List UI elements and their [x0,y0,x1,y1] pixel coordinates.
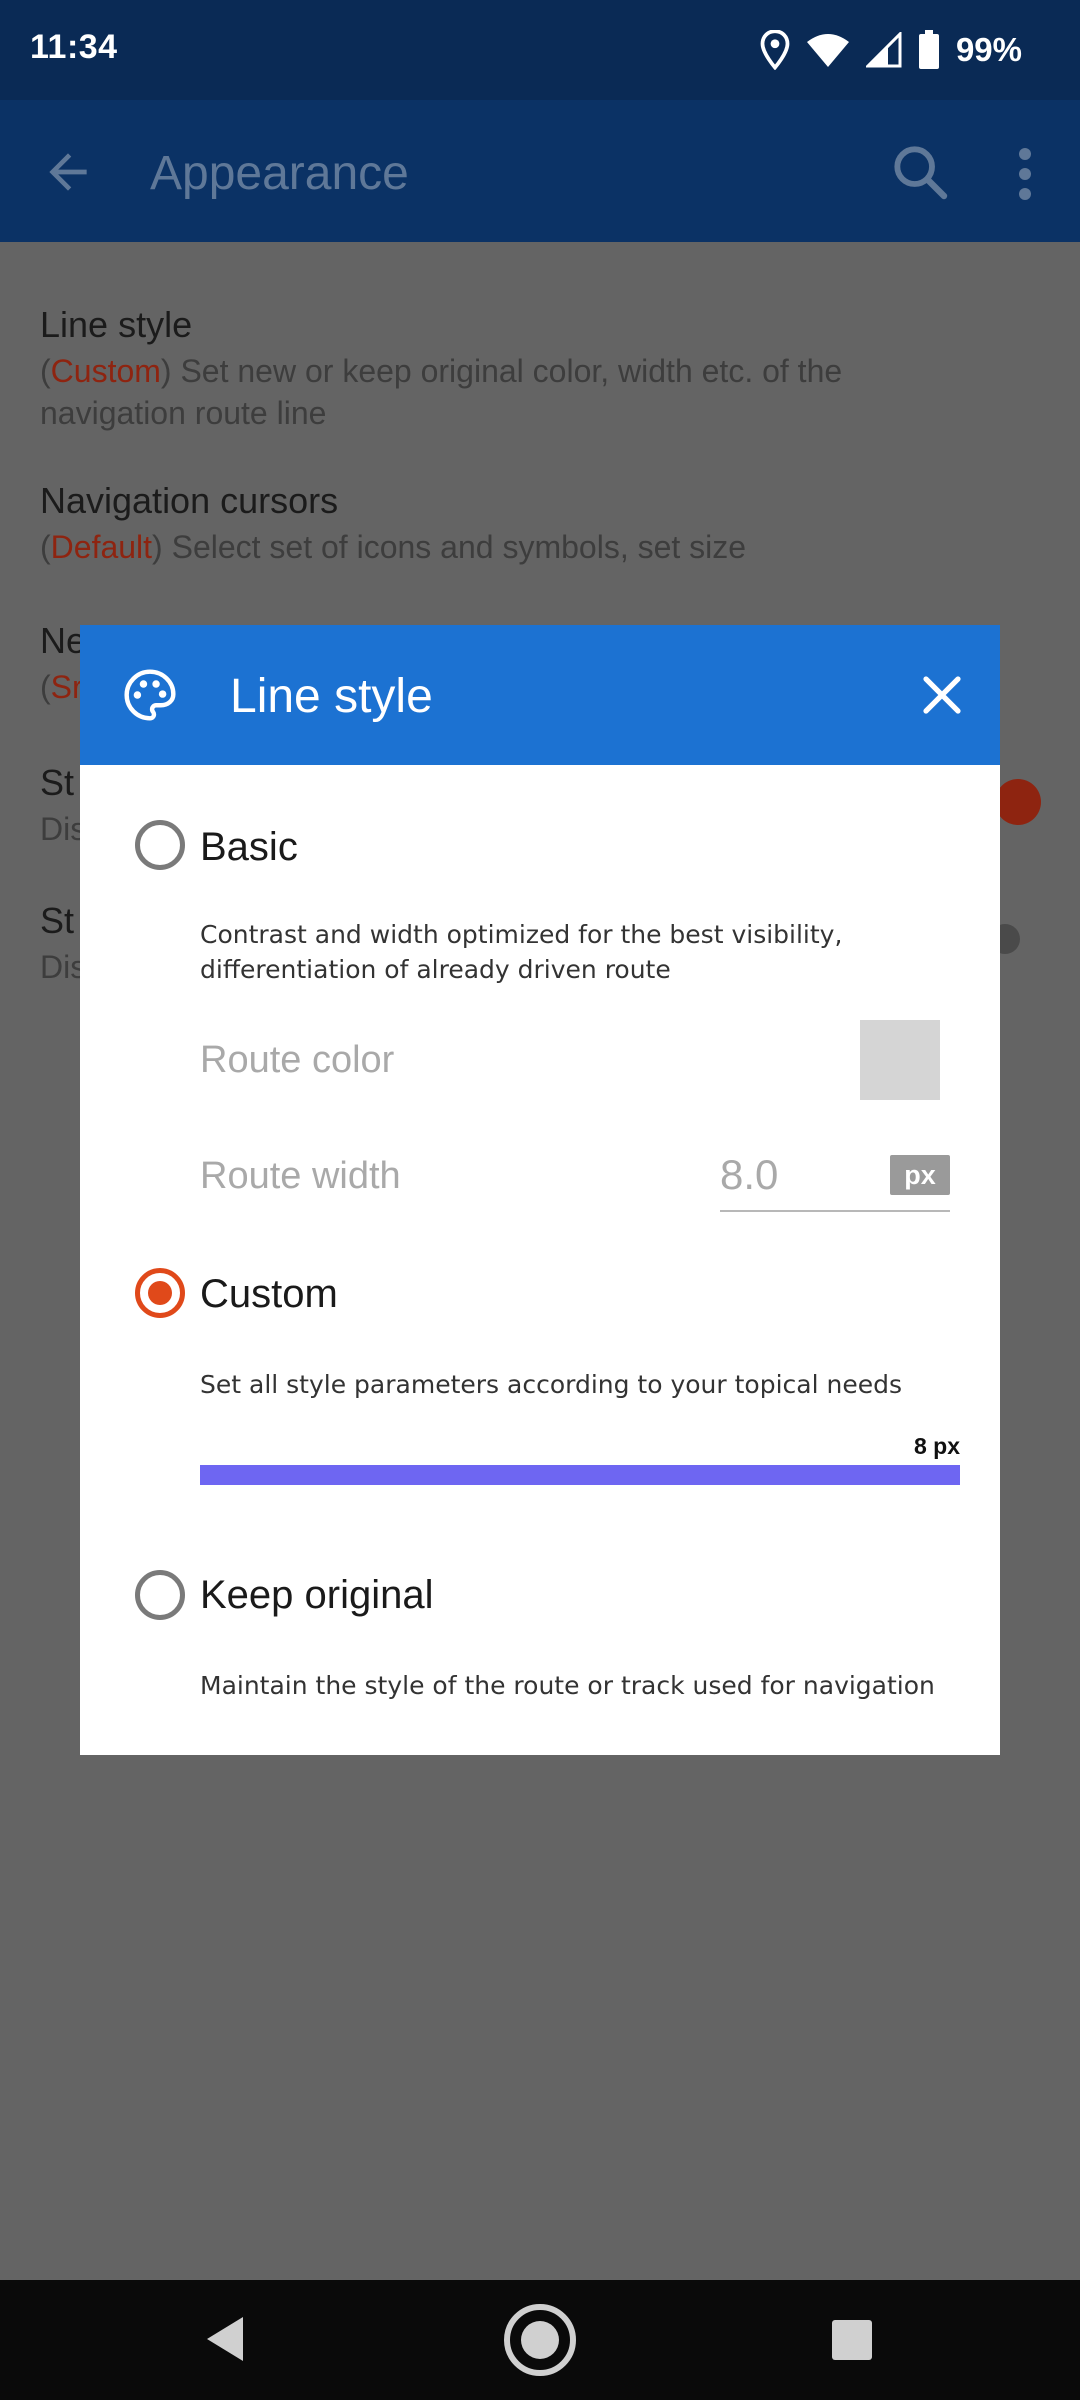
pref-navigation-cursors[interactable]: Navigation cursors (Default) Select set … [40,480,746,568]
system-navigation-bar [0,2280,1080,2400]
option-description-basic: Contrast and width optimized for the bes… [200,920,843,984]
battery-percent: 99% [955,31,1022,68]
palette-icon [124,669,176,721]
option-description-custom: Set all style parameters according to yo… [200,1370,903,1399]
wifi-icon [806,34,849,67]
toggle-thumb-on[interactable] [995,779,1041,825]
location-icon [760,30,790,70]
radio-keep-original[interactable] [135,1570,185,1620]
option-label-custom[interactable]: Custom [200,1272,338,1317]
route-color-swatch[interactable] [860,1020,940,1100]
pref-summary: (Custom) Set new or keep original color,… [40,353,843,431]
line-width-caption: 8 px [913,1433,960,1459]
option-description-keep-original: Maintain the style of the route or track… [200,1671,935,1700]
dialog-header: Line style [80,625,1000,765]
search-icon[interactable] [888,140,952,204]
route-width-input[interactable]: 8.0 [720,1151,778,1199]
route-width-label: Route width [200,1155,401,1197]
back-arrow-icon[interactable] [40,144,96,200]
route-width-unit: px [890,1155,950,1195]
route-line-preview[interactable] [200,1465,960,1485]
pref-summary: (Default) Select set of icons and symbol… [40,529,747,565]
close-icon[interactable] [918,671,966,719]
status-bar: 11:34 99% [0,0,1080,100]
route-width-underline [720,1210,950,1212]
status-time: 11:34 [30,28,118,66]
nav-home-icon[interactable] [502,2302,578,2378]
option-label-keep-original[interactable]: Keep original [200,1573,434,1618]
status-icons: 99% [760,28,1022,72]
route-color-label: Route color [200,1039,395,1081]
option-label-basic[interactable]: Basic [200,825,298,870]
pref-title: Navigation cursors [40,480,339,521]
signal-icon [865,32,902,68]
dialog-title: Line style [230,670,433,723]
nav-back-icon[interactable] [205,2315,245,2363]
nav-recents-icon[interactable] [832,2320,872,2360]
pref-title: Line style [40,304,193,345]
radio-custom[interactable] [135,1268,185,1318]
radio-basic[interactable] [135,820,185,870]
page-title: Appearance [150,147,409,200]
app-bar: Appearance [0,100,1080,242]
pref-line-style[interactable]: Line style (Custom) Set new or keep orig… [40,304,842,434]
line-style-dialog: Line style Basic Contrast and width opti… [80,625,1000,1755]
more-vert-icon[interactable] [1005,146,1045,202]
battery-icon [918,30,939,69]
